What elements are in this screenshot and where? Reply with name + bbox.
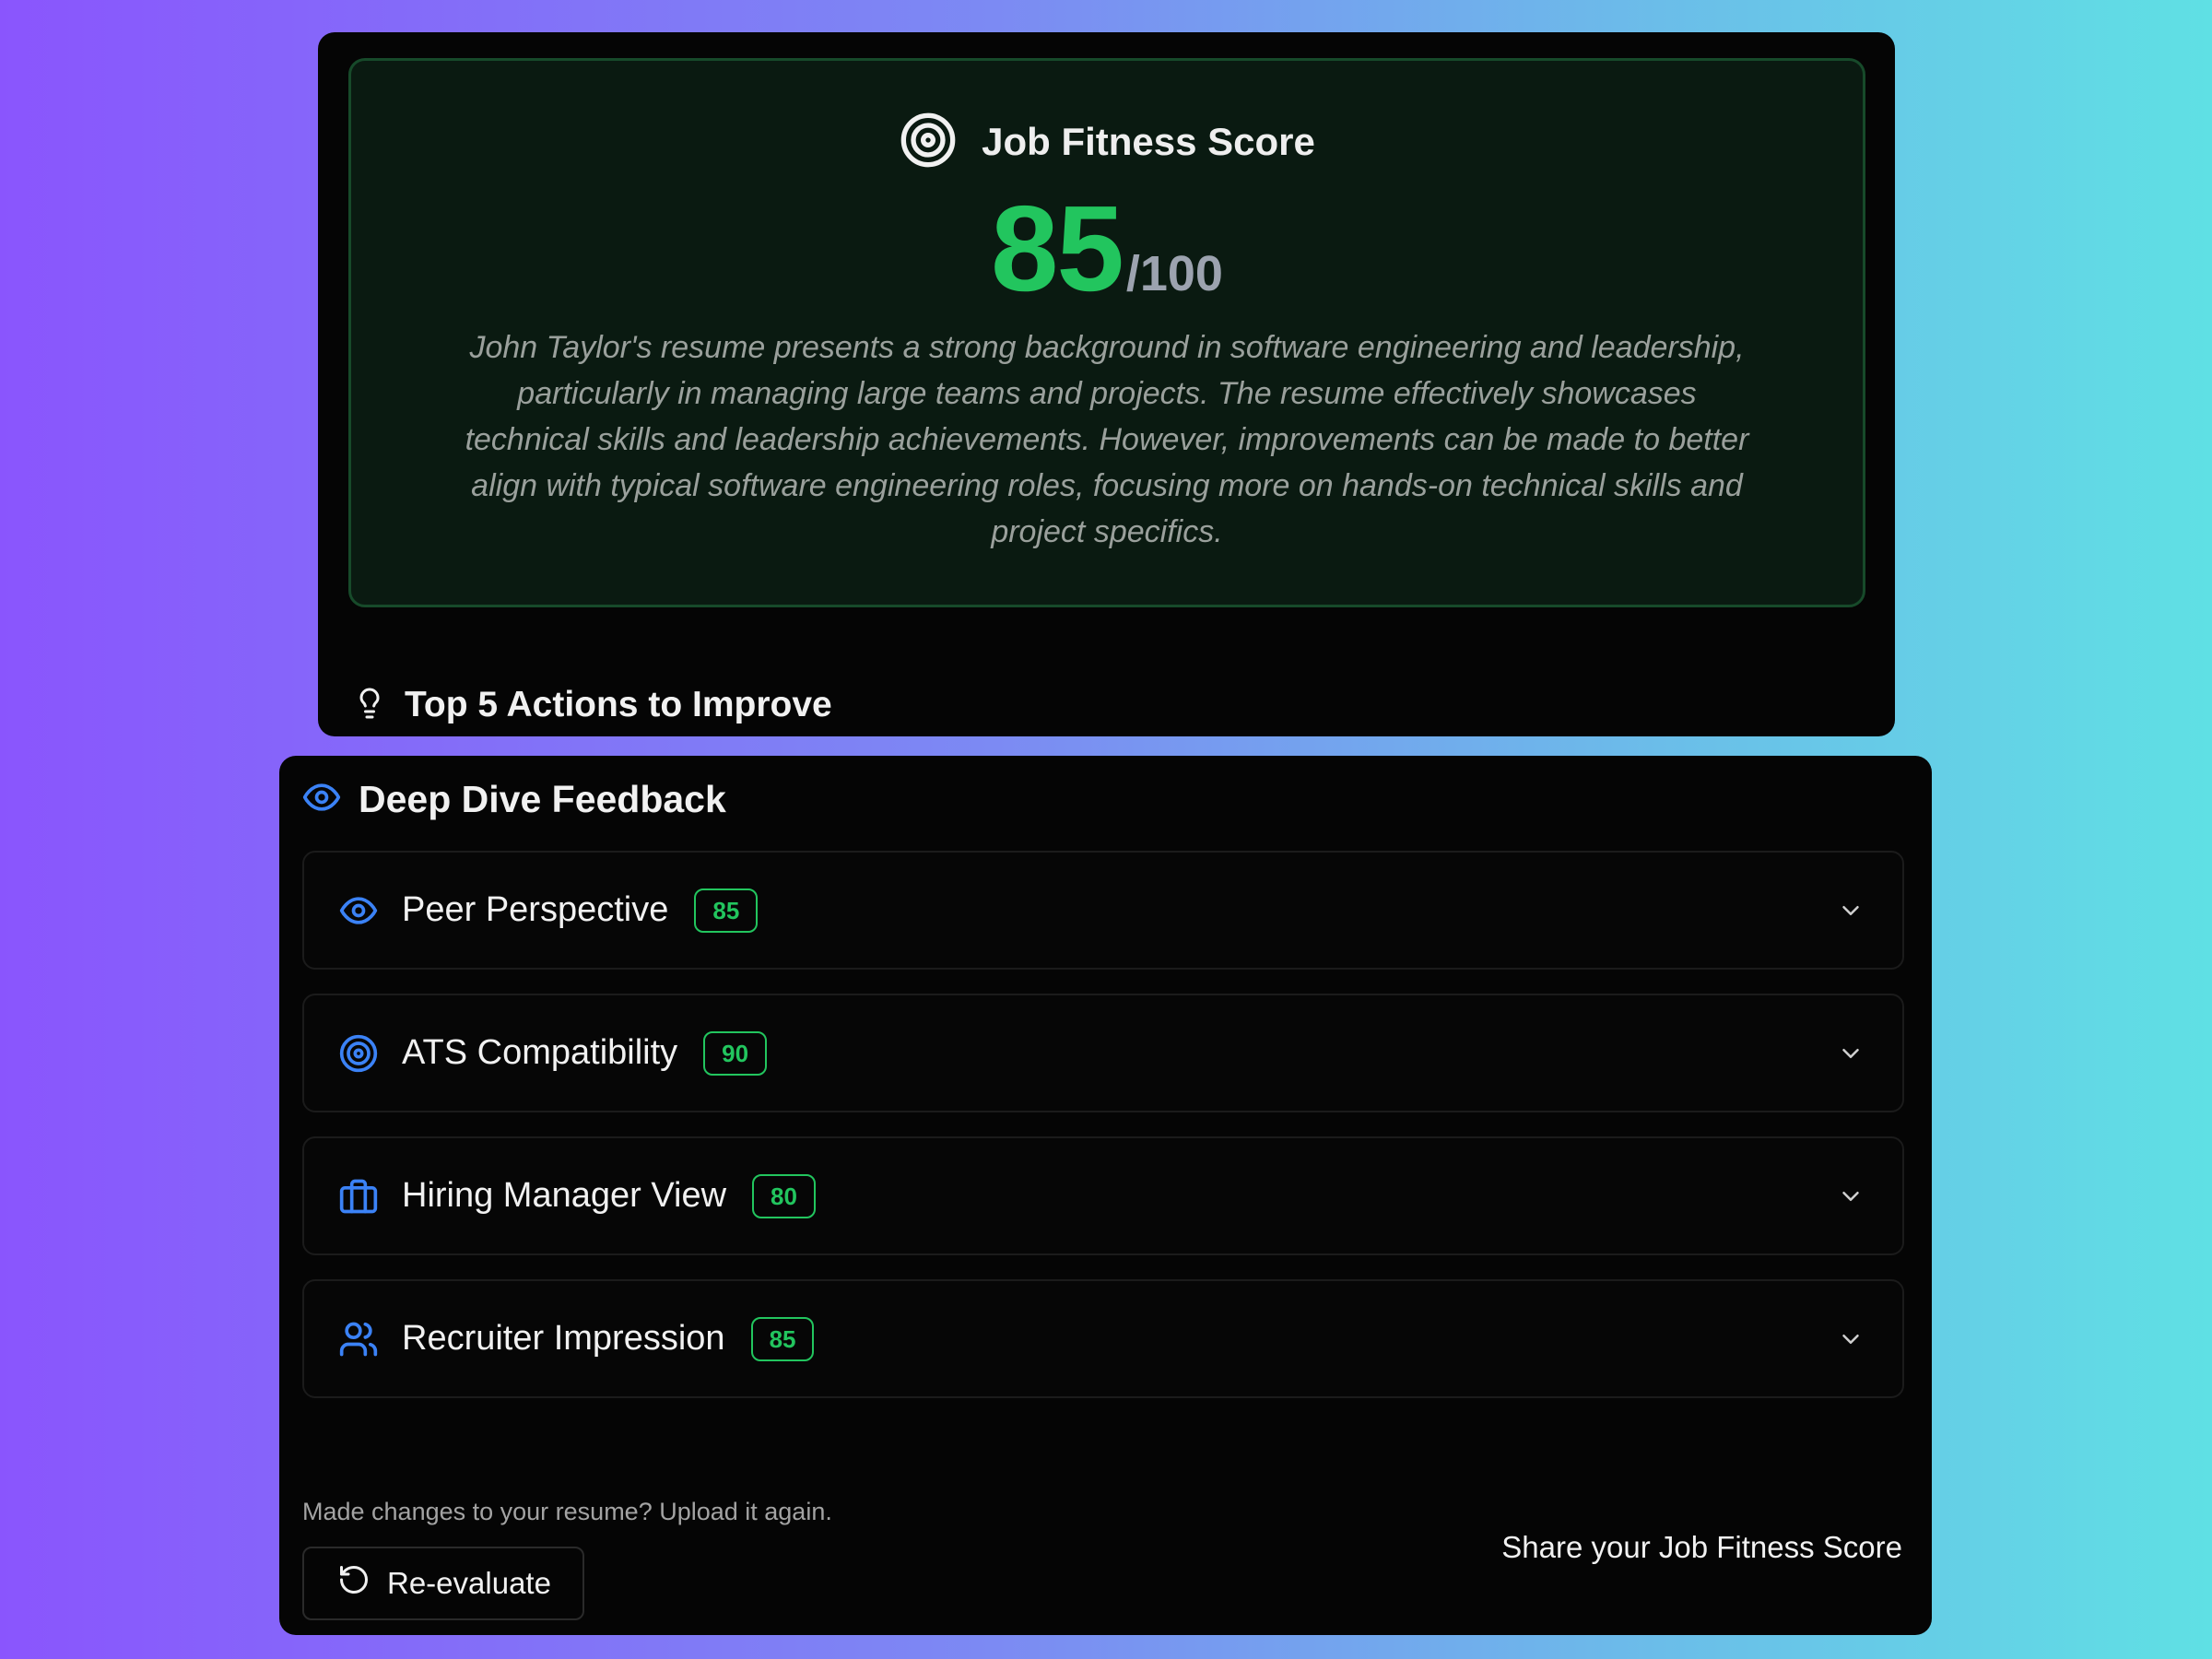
users-icon [337,1318,380,1360]
accordion-label: Peer Perspective [402,890,669,929]
accordion-item-ats-compatibility[interactable]: ATS Compatibility 90 [302,994,1904,1112]
accordion-item-hiring-manager-view[interactable]: Hiring Manager View 80 [302,1136,1904,1255]
score-badge: 85 [694,888,759,933]
score-max: /100 [1125,246,1223,301]
score-badge: 90 [703,1030,768,1076]
actions-header: Top 5 Actions to Improve [353,677,832,733]
feedback-accordion: Peer Perspective 85 ATS Compatibility 90 [302,851,1904,1422]
briefcase-icon [337,1175,380,1218]
chevron-down-icon[interactable] [1834,1323,1867,1356]
deep-dive-header: Deep Dive Feedback [301,767,726,831]
actions-title: Top 5 Actions to Improve [405,685,832,724]
score-display: 85 /100 [351,188,1863,310]
score-header: Job Fitness Score [351,110,1863,174]
deep-dive-title: Deep Dive Feedback [359,777,726,820]
accordion-item-peer-perspective[interactable]: Peer Perspective 85 [302,851,1904,970]
chevron-down-icon[interactable] [1834,1037,1867,1070]
score-badge: 80 [752,1173,816,1218]
eye-icon [301,777,342,822]
re-evaluate-label: Re-evaluate [387,1566,551,1600]
target-icon [337,1032,380,1075]
eye-icon [337,889,380,932]
score-value: 85 [991,181,1124,316]
deep-dive-card: Deep Dive Feedback Peer Perspective 85 A… [279,756,1932,1635]
lightbulb-icon [353,684,386,727]
accordion-item-recruiter-impression[interactable]: Recruiter Impression 85 [302,1279,1904,1398]
chevron-down-icon[interactable] [1834,1180,1867,1213]
reupload-note: Made changes to your resume? Upload it a… [302,1498,832,1525]
score-summary: John Taylor's resume presents a strong b… [465,330,1749,549]
re-evaluate-button[interactable]: Re-evaluate [302,1547,584,1620]
score-title: Job Fitness Score [982,120,1315,163]
job-fitness-card: Job Fitness Score 85 /100 John Taylor's … [318,32,1895,736]
accordion-label: ATS Compatibility [402,1033,678,1072]
accordion-label: Hiring Manager View [402,1176,727,1215]
accordion-label: Recruiter Impression [402,1319,725,1358]
rotate-ccw-icon [337,1563,371,1604]
score-badge: 85 [750,1316,815,1361]
chevron-down-icon[interactable] [1834,894,1867,927]
target-icon [899,111,958,174]
score-panel: Job Fitness Score 85 /100 John Taylor's … [348,58,1865,607]
share-score-link[interactable]: Share your Job Fitness Score [1501,1530,1902,1565]
